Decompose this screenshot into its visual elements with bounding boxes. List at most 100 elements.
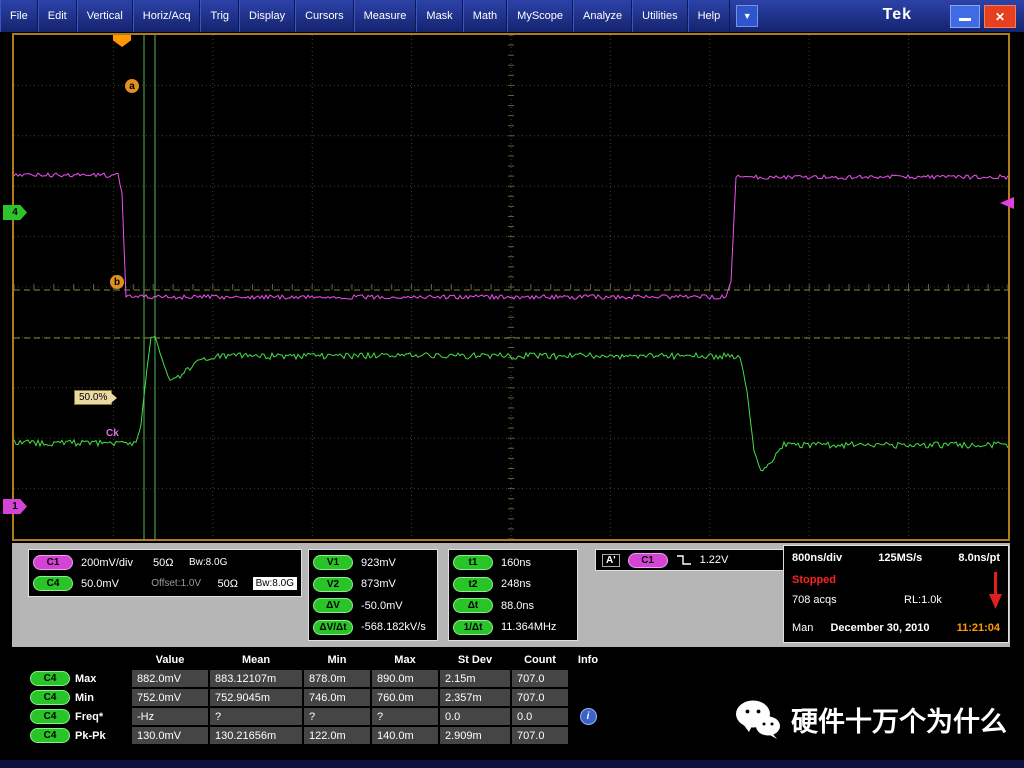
measurement-cell: 122.0m (304, 727, 370, 744)
wechat-icon (735, 698, 781, 740)
info-icon[interactable]: i (580, 708, 597, 725)
tag-arrow-icon (111, 393, 117, 403)
c1-settings-row[interactable]: C1 200mV/div 50Ω Bw:8.0G (33, 552, 297, 573)
measurement-row-label[interactable]: C4Freq* (30, 708, 130, 725)
waveform-display[interactable]: a b 50.0% Ck 4 1 (12, 33, 1010, 541)
acquisition-datetime: Man December 30, 2010 11:21:04 (792, 622, 1000, 634)
menu-dropdown-button[interactable]: ▼ (736, 5, 758, 27)
c4-impedance: 50Ω (218, 578, 253, 590)
record-length: RL:1.0k (904, 594, 942, 606)
minimize-icon (959, 18, 971, 21)
menu-item-edit[interactable]: Edit (38, 0, 77, 32)
voltage-cursor-badge: V2 (313, 577, 353, 592)
table-header-st-dev: St Dev (440, 652, 510, 668)
measurement-row-label[interactable]: C4Max (30, 670, 130, 687)
ck-label: Ck (106, 428, 119, 439)
measurement-cell: 890.0m (372, 670, 438, 687)
info-cell (570, 689, 606, 706)
time-cursor-row: 1/Δt 11.364MHz (453, 620, 573, 635)
measurement-cell: 882.0mV (132, 670, 208, 687)
time-cursor-value: 88.0ns (501, 600, 534, 612)
voltage-cursor-badge: ΔV/Δt (313, 620, 353, 635)
trigger-level-tag[interactable]: 50.0% (74, 390, 112, 405)
time-cursor-readout: t1160ns t2248ns Δt 88.0ns 1/Δt 11.364MHz (448, 549, 578, 641)
trigger-name: A' (602, 554, 620, 567)
measurement-cell: 140.0m (372, 727, 438, 744)
menu-item-myscope[interactable]: MyScope (507, 0, 573, 32)
trigger-level: 1.22V (700, 554, 729, 566)
readout-panel: C1 200mV/div 50Ω Bw:8.0G C4 50.0mV Offse… (12, 543, 1010, 647)
measurement-name: Freq* (75, 711, 103, 723)
bottom-edge-strip (0, 760, 1024, 768)
menu-item-display[interactable]: Display (239, 0, 295, 32)
watermark-text: 硬件十万个为什么 (791, 700, 1007, 739)
measurement-table: ValueMeanMinMaxSt DevCountInfoC4Max882.0… (30, 652, 596, 744)
minimize-button[interactable] (950, 5, 980, 28)
measurement-cell: 707.0 (512, 670, 568, 687)
time-cursor-row: t2248ns (453, 577, 573, 592)
menu-item-help[interactable]: Help (688, 0, 731, 32)
voltage-cursor-badge: V1 (313, 555, 353, 570)
voltage-cursor-value: -50.0mV (361, 600, 403, 612)
c4-scale: 50.0mV (81, 578, 151, 590)
voltage-cursor-row: V2 873mV (313, 577, 433, 592)
table-header-max: Max (372, 652, 438, 668)
measurement-cell: 707.0 (512, 727, 568, 744)
channel-settings-box[interactable]: C1 200mV/div 50Ω Bw:8.0G C4 50.0mV Offse… (28, 549, 302, 597)
menu-item-measure[interactable]: Measure (354, 0, 417, 32)
measurement-cell: 2.909m (440, 727, 510, 744)
measurement-cell: 0.0 (440, 708, 510, 725)
close-button[interactable]: ✕ (984, 5, 1016, 28)
timebase: 800ns/div (792, 552, 842, 564)
menu-item-analyze[interactable]: Analyze (573, 0, 632, 32)
menu-item-horiz-acq[interactable]: Horiz/Acq (133, 0, 201, 32)
info-cell (570, 670, 606, 687)
date: December 30, 2010 (830, 622, 929, 634)
measurement-row-label[interactable]: C4Pk-Pk (30, 727, 130, 744)
cursor-a-label[interactable]: a (125, 79, 139, 93)
measurement-cell: 2.357m (440, 689, 510, 706)
voltage-cursor-value: -568.182kV/s (361, 621, 426, 633)
c1-bandwidth: Bw:8.0G (189, 557, 227, 568)
menu-item-cursors[interactable]: Cursors (295, 0, 354, 32)
menu-item-trig[interactable]: Trig (200, 0, 239, 32)
time-cursor-badge: 1/Δt (453, 620, 493, 635)
acquisition-counts: 708 acqs RL:1.0k (792, 594, 837, 606)
c4-offset: Offset:1.0V (151, 578, 217, 589)
trigger-level-text: 50.0% (79, 392, 107, 403)
voltage-cursor-value: 873mV (361, 578, 396, 590)
measurement-row-label[interactable]: C4Min (30, 689, 130, 706)
c4-settings-row[interactable]: C4 50.0mV Offset:1.0V 50Ω Bw:8.0G (33, 573, 297, 594)
menu-item-utilities[interactable]: Utilities (632, 0, 687, 32)
menu-bar: FileEditVerticalHoriz/AcqTrigDisplayCurs… (0, 0, 1024, 32)
menu-item-vertical[interactable]: Vertical (77, 0, 133, 32)
time: 11:21:04 (957, 622, 1000, 634)
acq-count: 708 acqs (792, 594, 837, 606)
tek-logo: Tek (883, 6, 912, 24)
trigger-readout[interactable]: A' C1 1.22V (595, 549, 791, 571)
measurement-cell: ? (372, 708, 438, 725)
measurement-cell: 883.12107m (210, 670, 302, 687)
measurement-cell: ? (210, 708, 302, 725)
table-header-mean: Mean (210, 652, 302, 668)
table-header-count: Count (512, 652, 568, 668)
channel-badge: C4 (30, 671, 70, 686)
menu-item-file[interactable]: File (0, 0, 38, 32)
time-cursor-badge: Δt (453, 598, 493, 613)
measurement-cell: 2.15m (440, 670, 510, 687)
measurement-cell: -Hz (132, 708, 208, 725)
falling-edge-icon (676, 554, 692, 566)
menu-item-math[interactable]: Math (463, 0, 507, 32)
voltage-cursor-row: ΔV-50.0mV (313, 598, 433, 613)
c4-bandwidth[interactable]: Bw:8.0G (253, 577, 297, 590)
menu-item-mask[interactable]: Mask (416, 0, 462, 32)
menu-items: FileEditVerticalHoriz/AcqTrigDisplayCurs… (0, 0, 730, 32)
waveform-svg (14, 35, 1008, 539)
voltage-cursor-value: 923mV (361, 557, 396, 569)
time-cursor-value: 11.364MHz (501, 621, 556, 633)
table-header-blank (30, 652, 130, 668)
download-arrow-icon (989, 572, 1002, 610)
time-cursor-row: t1160ns (453, 555, 573, 570)
cursor-b-label[interactable]: b (110, 275, 124, 289)
info-cell[interactable]: i (570, 708, 606, 725)
